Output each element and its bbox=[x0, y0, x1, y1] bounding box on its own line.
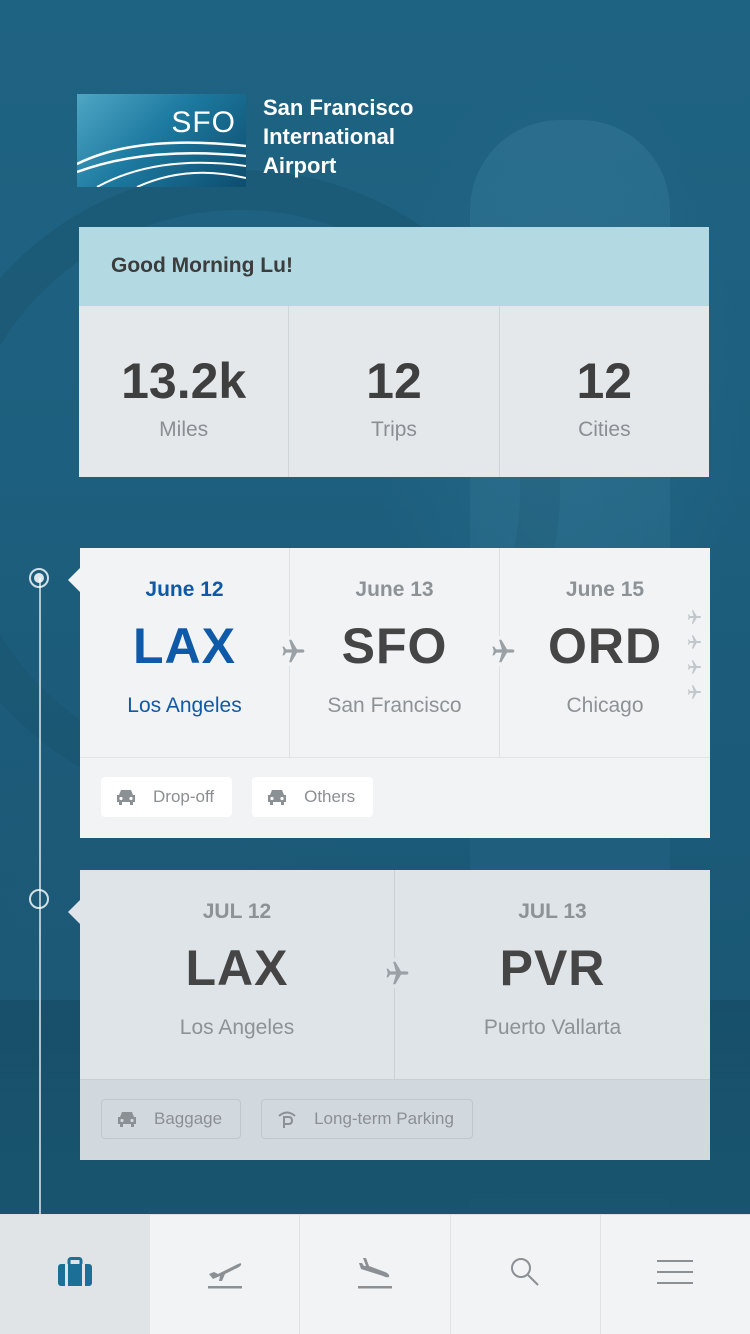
stat-value: 12 bbox=[366, 353, 422, 409]
trip-actions: Drop-off Others bbox=[80, 757, 710, 838]
airport-name: San Francisco International Airport bbox=[263, 93, 463, 180]
greeting-card: Good Morning Lu! 13.2k Miles 12 Trips 12… bbox=[79, 227, 709, 477]
menu-icon bbox=[657, 1258, 694, 1291]
tab-trips[interactable] bbox=[0, 1215, 151, 1334]
chip-label: Baggage bbox=[154, 1109, 223, 1128]
leg-date: June 12 bbox=[145, 578, 224, 601]
leg-date: JUL 13 bbox=[518, 900, 587, 923]
tab-arrivals[interactable] bbox=[300, 1215, 451, 1334]
leg-airport-code: LAX bbox=[185, 940, 289, 996]
timeline-dot-active bbox=[29, 568, 49, 588]
tab-bar bbox=[0, 1214, 750, 1334]
chip-label: Others bbox=[304, 787, 356, 806]
leg-airport-code: PVR bbox=[499, 940, 606, 996]
trip-leg[interactable]: June 13 SFO San Francisco bbox=[290, 548, 500, 757]
leg-airport-code: LAX bbox=[133, 618, 236, 674]
trip-leg[interactable]: June 12 LAX Los Angeles bbox=[80, 548, 290, 757]
plane-icon bbox=[276, 636, 306, 666]
stats-row: 13.2k Miles 12 Trips 12 Cities bbox=[79, 306, 709, 477]
stat-label: Trips bbox=[371, 418, 417, 441]
leg-city: Puerto Vallarta bbox=[483, 1016, 622, 1039]
trip-card[interactable]: June 12 LAX Los Angeles June 13 SFO San … bbox=[68, 548, 710, 838]
leg-city: Chicago bbox=[566, 694, 644, 717]
airport-name-line: San Francisco bbox=[263, 95, 414, 120]
leg-date: JUL 12 bbox=[202, 900, 272, 923]
trip-legs: June 12 LAX Los Angeles June 13 SFO San … bbox=[80, 548, 710, 757]
leg-airport-code: SFO bbox=[341, 618, 448, 674]
long-term-parking-button[interactable]: Long-term Parking bbox=[261, 1099, 473, 1139]
others-button[interactable]: Others bbox=[252, 777, 374, 817]
airport-name-line: International bbox=[263, 124, 396, 149]
trip-leg[interactable]: June 15 ORD Chicago bbox=[500, 548, 710, 757]
timeline-dot bbox=[29, 889, 49, 909]
search-icon bbox=[509, 1256, 541, 1293]
greeting-text: Good Morning Lu! bbox=[79, 227, 709, 306]
trip-leg[interactable]: JUL 13 PVR Puerto Vallarta bbox=[395, 870, 710, 1079]
stat-value: 13.2k bbox=[121, 353, 247, 409]
tab-menu[interactable] bbox=[601, 1215, 750, 1334]
leg-city: San Francisco bbox=[327, 694, 462, 717]
leg-airport-code: ORD bbox=[547, 618, 663, 674]
chip-label: Long-term Parking bbox=[314, 1109, 454, 1128]
tab-search[interactable] bbox=[451, 1215, 601, 1334]
car-icon bbox=[115, 788, 137, 806]
stat-label: Cities bbox=[578, 418, 631, 441]
briefcase-icon bbox=[57, 1257, 93, 1292]
trip-actions: Baggage Long-term Parking bbox=[80, 1079, 710, 1160]
plane-icon bbox=[486, 636, 516, 666]
leg-city: Los Angeles bbox=[179, 1016, 295, 1039]
airport-name-line: Airport bbox=[263, 153, 337, 178]
leg-date: June 13 bbox=[355, 578, 434, 601]
parking-icon bbox=[276, 1108, 298, 1130]
plane-icon bbox=[380, 958, 410, 988]
plane-icon bbox=[684, 633, 704, 658]
sfo-logo: SFO bbox=[77, 94, 246, 187]
departures-icon bbox=[205, 1254, 245, 1295]
drop-off-button[interactable]: Drop-off bbox=[101, 777, 233, 817]
plane-icon bbox=[684, 683, 704, 708]
stat-value: 12 bbox=[576, 353, 633, 409]
logo-code: SFO bbox=[171, 106, 236, 139]
car-icon bbox=[266, 788, 288, 806]
tab-departures[interactable] bbox=[150, 1215, 301, 1334]
arrivals-icon bbox=[355, 1254, 395, 1295]
plane-icon bbox=[684, 608, 704, 633]
leg-date: June 15 bbox=[565, 578, 645, 601]
trip-leg[interactable]: JUL 12 LAX Los Angeles bbox=[80, 870, 395, 1079]
plane-icon bbox=[684, 658, 704, 683]
leg-city: Los Angeles bbox=[127, 694, 242, 717]
chip-label: Drop-off bbox=[153, 787, 215, 806]
stat-cities: 12 Cities bbox=[500, 306, 709, 477]
baggage-button[interactable]: Baggage bbox=[101, 1099, 242, 1139]
stat-label: Miles bbox=[159, 418, 209, 441]
stat-trips: 12 Trips bbox=[289, 306, 500, 477]
stat-miles: 13.2k Miles bbox=[79, 306, 290, 477]
more-stops-indicator bbox=[684, 608, 704, 708]
car-icon bbox=[116, 1110, 138, 1128]
trip-card[interactable]: JUL 12 LAX Los Angeles JUL 13 PVR Puerto… bbox=[68, 870, 710, 1160]
